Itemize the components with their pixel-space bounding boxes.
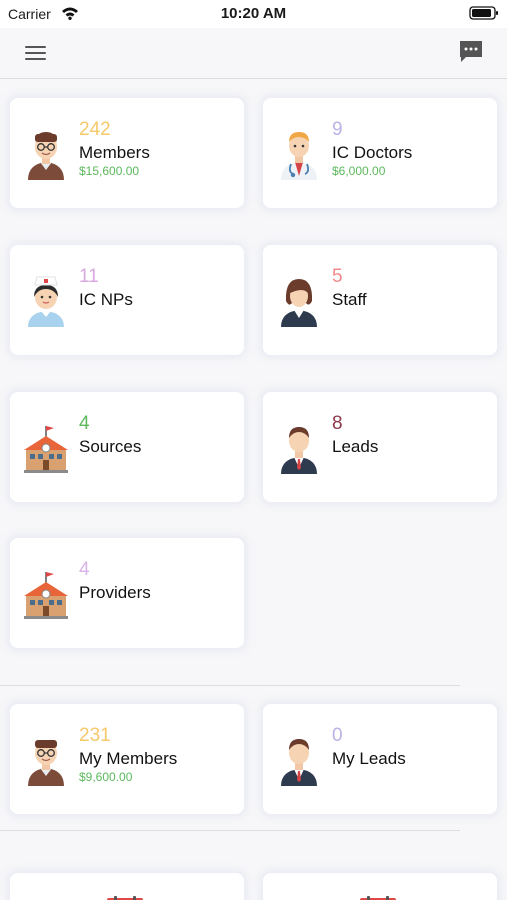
calendar-icon bbox=[107, 893, 143, 900]
ic-doctors-title: IC Doctors bbox=[332, 143, 413, 162]
my-leads-count: 0 bbox=[332, 725, 343, 746]
nurse-icon bbox=[22, 271, 70, 327]
navigation-bar bbox=[0, 28, 507, 79]
staff-title: Staff bbox=[332, 290, 367, 309]
ic-nps-card[interactable]: 11 IC NPs bbox=[10, 245, 244, 355]
ic-doctors-card[interactable]: 9 IC Doctors $6,000.00 bbox=[263, 98, 497, 208]
status-bar: Carrier 10:20 AM bbox=[0, 0, 507, 28]
section-divider bbox=[0, 830, 460, 831]
providers-title: Providers bbox=[79, 583, 151, 602]
leads-card[interactable]: 8 Leads bbox=[263, 392, 497, 502]
members-count: 242 bbox=[79, 119, 111, 140]
section-divider bbox=[0, 685, 460, 686]
my-leads-card[interactable]: 0 My Leads bbox=[263, 704, 497, 814]
ic-doctors-amount: $6,000.00 bbox=[332, 164, 386, 178]
status-time: 10:20 AM bbox=[220, 5, 287, 22]
hamburger-menu-icon bbox=[25, 46, 46, 60]
battery-icon bbox=[469, 6, 499, 25]
businessman-icon bbox=[275, 418, 323, 474]
sources-title: Sources bbox=[79, 437, 142, 456]
staff-count: 5 bbox=[332, 266, 343, 287]
dashboard-content: 242 Members $15,600.00 9 IC Doctors $6,0… bbox=[0, 80, 507, 900]
doctor-male-icon bbox=[22, 730, 70, 786]
my-leads-title: My Leads bbox=[332, 749, 406, 768]
menu-button[interactable] bbox=[22, 41, 50, 65]
providers-card[interactable]: 4 Providers bbox=[10, 538, 244, 648]
calendar-icon bbox=[360, 893, 396, 900]
ic-nps-count: 11 bbox=[79, 266, 99, 287]
doctor-male-icon bbox=[22, 124, 70, 180]
ic-doctors-count: 9 bbox=[332, 119, 343, 140]
doctor-stethoscope-icon bbox=[275, 124, 323, 180]
calendar-card[interactable] bbox=[263, 873, 497, 900]
chat-button[interactable] bbox=[457, 38, 485, 66]
leads-title: Leads bbox=[332, 437, 379, 456]
chat-bubble-icon bbox=[460, 41, 482, 62]
members-card[interactable]: 242 Members $15,600.00 bbox=[10, 98, 244, 208]
providers-count: 4 bbox=[79, 559, 90, 580]
sources-count: 4 bbox=[79, 413, 90, 434]
sources-card[interactable]: 4 Sources bbox=[10, 392, 244, 502]
ic-nps-title: IC NPs bbox=[79, 290, 133, 309]
school-building-icon bbox=[22, 564, 70, 620]
school-building-icon bbox=[22, 418, 70, 474]
staff-card[interactable]: 5 Staff bbox=[263, 245, 497, 355]
businessman-icon bbox=[275, 730, 323, 786]
staff-woman-icon bbox=[275, 271, 323, 327]
leads-count: 8 bbox=[332, 413, 343, 434]
members-amount: $15,600.00 bbox=[79, 164, 140, 178]
my-members-count: 231 bbox=[79, 725, 111, 746]
calendar-card[interactable] bbox=[10, 873, 244, 900]
my-members-card[interactable]: 231 My Members $9,600.00 bbox=[10, 704, 244, 814]
my-members-title: My Members bbox=[79, 749, 178, 768]
members-title: Members bbox=[79, 143, 150, 162]
my-members-amount: $9,600.00 bbox=[79, 770, 133, 784]
